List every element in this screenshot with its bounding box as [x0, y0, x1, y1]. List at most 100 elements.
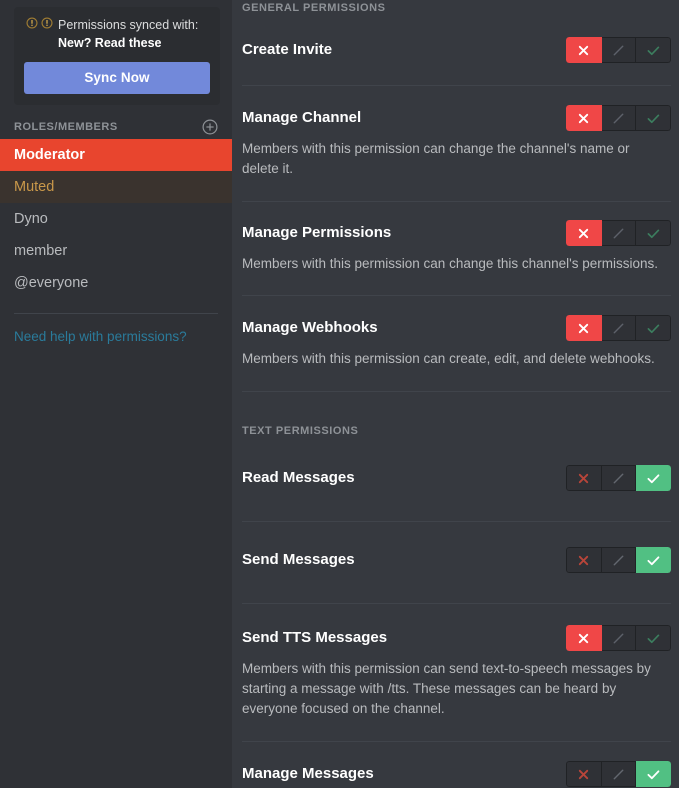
toggle-inherit[interactable]	[601, 105, 637, 131]
toggle-inherit[interactable]	[601, 547, 637, 573]
warning-circle-icon-2	[41, 17, 53, 29]
permission-name: Send Messages	[242, 551, 355, 568]
sync-notice-message: Permissions synced with: New? Read these	[58, 16, 210, 52]
row-divider	[242, 85, 671, 86]
toggle-deny[interactable]	[566, 625, 602, 651]
sidebar-divider	[14, 313, 218, 314]
toggle-deny[interactable]	[566, 105, 602, 131]
permissions-help-link[interactable]: Need help with permissions?	[14, 329, 218, 344]
roles-sidebar: Permissions synced with: New? Read these…	[0, 0, 232, 788]
role-item-muted[interactable]: Muted	[0, 171, 232, 203]
plus-circle-icon[interactable]	[202, 119, 218, 135]
toggle-allow[interactable]	[636, 761, 671, 787]
role-item-member[interactable]: member	[0, 235, 232, 267]
slash-icon	[613, 633, 624, 643]
roles-list: Moderator Muted Dyno member @everyone	[0, 139, 232, 299]
row-divider	[242, 201, 671, 202]
slash-icon	[613, 45, 624, 55]
toggle-deny[interactable]	[566, 315, 602, 341]
permission-toggle-manage-permissions[interactable]	[566, 220, 671, 246]
permission-toggle-manage-webhooks[interactable]	[566, 315, 671, 341]
role-item-everyone[interactable]: @everyone	[0, 267, 232, 299]
toggle-inherit[interactable]	[601, 220, 637, 246]
roles-members-label: ROLES/MEMBERS	[14, 121, 118, 133]
toggle-deny[interactable]	[566, 37, 602, 63]
permission-toggle-manage-channel[interactable]	[566, 105, 671, 131]
toggle-allow[interactable]	[636, 220, 671, 246]
permission-name: Manage Webhooks	[242, 319, 378, 336]
permission-row-manage-channel: Manage Channel Members with this permiss…	[242, 105, 671, 179]
permission-toggle-create-invite[interactable]	[566, 37, 671, 63]
toggle-inherit[interactable]	[601, 465, 637, 491]
permission-toggle-read-messages[interactable]	[566, 465, 671, 491]
permission-row-send-tts-messages: Send TTS Messages Members with this perm…	[242, 625, 671, 719]
check-icon	[647, 229, 659, 238]
toggle-allow[interactable]	[636, 105, 671, 131]
row-divider	[242, 521, 671, 522]
permission-name: Manage Messages	[242, 765, 374, 782]
permissions-sync-card: Permissions synced with: New? Read these…	[14, 7, 220, 105]
permission-name: Manage Channel	[242, 109, 362, 126]
x-icon	[579, 633, 589, 643]
role-item-moderator[interactable]: Moderator	[0, 139, 232, 171]
toggle-deny[interactable]	[566, 465, 602, 491]
permission-name: Create Invite	[242, 41, 333, 58]
toggle-deny[interactable]	[566, 547, 602, 573]
permission-row-manage-webhooks: Manage Webhooks Members with this permis…	[242, 315, 671, 369]
x-icon	[579, 769, 589, 779]
permission-toggle-send-tts-messages[interactable]	[566, 625, 671, 651]
permission-name: Manage Permissions	[242, 224, 392, 241]
check-icon	[647, 114, 659, 123]
permission-description: Members with this permission can change …	[242, 141, 630, 176]
toggle-deny[interactable]	[566, 761, 602, 787]
toggle-allow[interactable]	[636, 465, 671, 491]
x-icon	[579, 228, 589, 238]
check-icon	[647, 769, 660, 779]
role-item-dyno[interactable]: Dyno	[0, 203, 232, 235]
toggle-allow[interactable]	[636, 625, 671, 651]
x-icon	[579, 113, 589, 123]
permission-row-manage-permissions: Manage Permissions Members with this per…	[242, 220, 671, 274]
permission-row-create-invite: Create Invite	[242, 37, 671, 63]
role-label: Dyno	[14, 211, 48, 227]
toggle-allow[interactable]	[636, 37, 671, 63]
sync-now-button[interactable]: Sync Now	[24, 62, 210, 94]
row-divider	[242, 741, 671, 742]
toggle-inherit[interactable]	[601, 315, 637, 341]
section-header-general: GENERAL PERMISSIONS	[242, 2, 386, 14]
slash-icon	[613, 323, 624, 333]
slash-icon	[613, 555, 624, 565]
sync-notice-text: Permissions synced with: New? Read these	[24, 16, 210, 52]
toggle-inherit[interactable]	[601, 625, 637, 651]
warning-circle-icon	[26, 17, 38, 29]
x-icon	[579, 473, 589, 483]
check-icon	[647, 555, 660, 565]
x-icon	[579, 323, 589, 333]
toggle-allow[interactable]	[636, 315, 671, 341]
permission-name: Send TTS Messages	[242, 629, 388, 646]
toggle-inherit[interactable]	[601, 37, 637, 63]
slash-icon	[613, 473, 624, 483]
slash-icon	[613, 228, 624, 238]
check-icon	[647, 46, 659, 55]
permission-name: Read Messages	[242, 469, 355, 486]
permission-description: Members with this permission can send te…	[242, 661, 651, 716]
sync-notice-highlight: New? Read these	[58, 36, 162, 50]
permission-toggle-send-messages[interactable]	[566, 547, 671, 573]
toggle-inherit[interactable]	[601, 761, 637, 787]
slash-icon	[613, 113, 624, 123]
warning-icon-group	[26, 16, 53, 29]
toggle-allow[interactable]	[636, 547, 671, 573]
row-divider	[242, 295, 671, 296]
x-icon	[579, 45, 589, 55]
permissions-panel: GENERAL PERMISSIONS Create Invite Manage…	[232, 0, 679, 788]
row-divider	[242, 391, 671, 392]
toggle-deny[interactable]	[566, 220, 602, 246]
permission-toggle-manage-messages[interactable]	[566, 761, 671, 787]
permission-row-send-messages: Send Messages	[242, 547, 671, 573]
role-label: Muted	[14, 179, 55, 195]
permission-description: Members with this permission can change …	[242, 256, 659, 271]
check-icon	[647, 473, 660, 483]
sync-notice-prefix: Permissions synced with:	[58, 18, 199, 32]
permissions-screen: Permissions synced with: New? Read these…	[0, 0, 679, 788]
